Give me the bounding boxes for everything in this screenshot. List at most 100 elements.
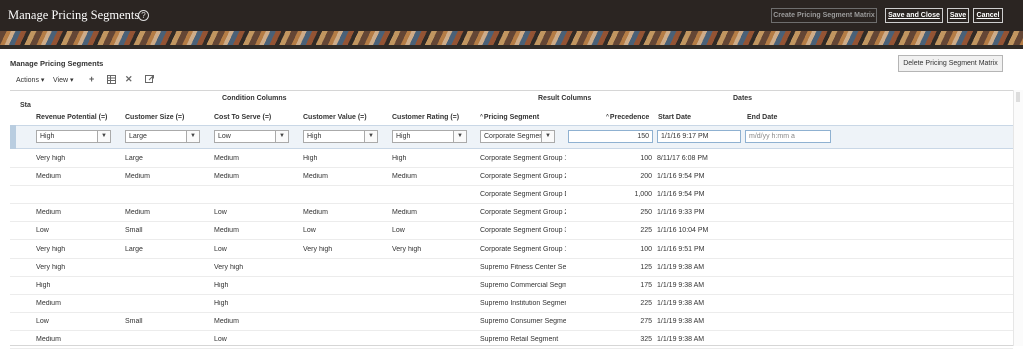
chevron-down-icon[interactable]: ▼ [275, 131, 288, 142]
cell-size: Large [125, 155, 143, 162]
cell-rating: Medium [392, 209, 417, 217]
customer-rating-select-value: High [396, 133, 411, 140]
cell-start: 1/1/16 10:04 PM [657, 227, 709, 235]
column-header-customer-size[interactable]: Customer Size (=) [125, 114, 184, 121]
table-row[interactable]: Very high Large Medium High High Corporate Se… [10, 150, 1013, 168]
help-icon[interactable]: ? [138, 10, 149, 21]
cell-start: 1/1/19 9:38 AM [657, 281, 705, 289]
detach-icon[interactable] [145, 75, 154, 86]
column-header-revenue[interactable]: Revenue Potential (=) [36, 114, 107, 121]
save-and-close-label: Save and Close [888, 12, 940, 19]
cancel-button[interactable]: Cancel [973, 8, 1003, 23]
cell-precedence: 275 [640, 317, 652, 325]
cell-start: 1/1/19 9:38 AM [657, 299, 705, 307]
start-date-input[interactable]: 1/1/16 9:17 PM [657, 130, 741, 143]
precedence-input[interactable]: 150 [568, 130, 653, 143]
table-bottom-border [10, 345, 1013, 346]
cell-start: 1/1/19 9:38 AM [657, 317, 705, 325]
column-header-end-date[interactable]: End Date [747, 114, 777, 121]
customer-size-select-value: Large [129, 133, 147, 140]
table-row[interactable]: Medium Low Supremo Retail Segment 325 1/1/19… [10, 331, 1013, 349]
vertical-scrollbar[interactable] [1013, 90, 1023, 346]
table-row[interactable]: Medium Medium Low Medium Medium Corporate Seg… [10, 204, 1013, 223]
table-row[interactable]: Medium Medium Medium Medium Medium Corporate … [10, 168, 1013, 187]
cell-size: Large [125, 245, 143, 253]
cell-cost: Medium [214, 317, 239, 325]
cell-start: 1/1/16 9:54 PM [657, 191, 705, 199]
table-row[interactable]: High High Supremo Commercial Segme 175 1/1/1… [10, 277, 1013, 295]
cell-cost: Low [214, 336, 227, 343]
cell-start: 1/1/16 9:33 PM [657, 209, 705, 217]
cell-segment: Supremo Consumer Segmen [480, 317, 566, 325]
cell-revenue: Very high [36, 263, 66, 271]
delete-matrix-button[interactable]: Delete Pricing Segment Matrix [898, 55, 1003, 72]
cell-precedence: 225 [640, 227, 652, 235]
cell-size: Medium [125, 173, 150, 181]
table-row[interactable]: Low Small Medium Supremo Consumer Segmen 275… [10, 313, 1013, 331]
scrollbar-thumb[interactable] [1016, 92, 1020, 102]
cell-rating: Low [392, 227, 405, 235]
cell-precedence: 125 [640, 263, 652, 271]
plus-icon[interactable]: + [89, 75, 94, 84]
chevron-down-icon[interactable]: ▼ [364, 131, 377, 142]
column-header-cost-to-serve[interactable]: Cost To Serve (=) [214, 114, 271, 121]
x-icon[interactable]: ✕ [125, 75, 133, 84]
column-header-start-date[interactable]: Start Date [658, 114, 691, 121]
column-header-customer-value[interactable]: Customer Value (=) [303, 114, 367, 121]
revenue-select[interactable]: High ▼ [36, 130, 111, 143]
table-row[interactable]: Very high Large Low Very high Very high Corpo… [10, 241, 1013, 259]
save-button[interactable]: Save [947, 8, 969, 23]
cost-to-serve-select[interactable]: Low ▼ [214, 130, 289, 143]
cell-rating: Very high [392, 245, 422, 253]
cell-precedence: 1,000 [634, 191, 652, 199]
end-date-input[interactable]: m/d/yy h:mm a [745, 130, 831, 143]
cell-segment: Corporate Segment Group 1 [480, 155, 566, 162]
cell-size: Small [125, 227, 143, 235]
revenue-select-value: High [40, 133, 55, 140]
customer-rating-select[interactable]: High ▼ [392, 130, 467, 143]
table-top-border [10, 90, 1013, 91]
cell-revenue: Medium [36, 209, 61, 217]
column-header-pricing-segment[interactable]: ^Pricing Segment [480, 114, 539, 121]
cell-revenue: Very high [36, 155, 66, 162]
save-and-close-button[interactable]: Save and Close [885, 8, 943, 23]
actions-menu[interactable]: Actions ▾ [16, 76, 44, 84]
cell-cost: Medium [214, 173, 239, 181]
table-row[interactable]: Corporate Segment Group De 1,000 1/1/16 9:… [10, 186, 1013, 205]
chevron-down-icon[interactable]: ▼ [453, 131, 466, 142]
cell-segment: Supremo Fitness Center Seg [480, 263, 566, 271]
column-header-precedence[interactable]: ^Precedence [606, 114, 649, 121]
cell-segment: Supremo Commercial Segme [480, 281, 566, 289]
cell-revenue: Low [36, 317, 49, 325]
table-row[interactable]: Medium High Supremo Institution Segment 225… [10, 295, 1013, 313]
chevron-down-icon[interactable]: ▼ [541, 131, 554, 142]
customer-value-select[interactable]: High ▼ [303, 130, 378, 143]
cell-segment: Supremo Retail Segment [480, 336, 559, 343]
customer-value-select-value: High [307, 133, 322, 140]
column-header-customer-rating[interactable]: Customer Rating (=) [392, 114, 459, 121]
table-row[interactable]: Low Small Medium Low Low Corporate Segment Gr… [10, 222, 1013, 241]
pricing-segment-select-value: Corporate Segmen [484, 133, 544, 140]
create-matrix-button[interactable]: Create Pricing Segment Matrix [771, 8, 877, 23]
cell-cost: High [214, 299, 229, 307]
pricing-segment-select[interactable]: Corporate Segmen ▼ [480, 130, 555, 143]
cell-revenue: Medium [36, 299, 61, 307]
result-columns-header: Result Columns [538, 95, 592, 102]
cell-value: Very high [303, 245, 333, 253]
view-menu[interactable]: View ▾ [53, 76, 74, 84]
cell-value: Medium [303, 173, 328, 181]
section-title: Manage Pricing Segments [10, 59, 104, 68]
chevron-down-icon[interactable]: ▼ [97, 131, 110, 142]
table-row[interactable]: Very high Very high Supremo Fitness Center… [10, 259, 1013, 277]
chevron-down-icon[interactable]: ▼ [186, 131, 199, 142]
pricing-segment-label: Pricing Segment [483, 114, 540, 121]
spreadsheet-icon[interactable] [107, 75, 116, 86]
cell-segment: Corporate Segment Group 3 [480, 227, 566, 235]
cell-cost: High [214, 281, 229, 289]
cost-select-value: Low [218, 133, 231, 140]
page-title: Manage Pricing Segments [8, 8, 140, 22]
row-selection-indicator [10, 125, 16, 149]
cell-size: Small [125, 317, 143, 325]
customer-size-select[interactable]: Large ▼ [125, 130, 200, 143]
cell-rating: High [392, 155, 407, 162]
